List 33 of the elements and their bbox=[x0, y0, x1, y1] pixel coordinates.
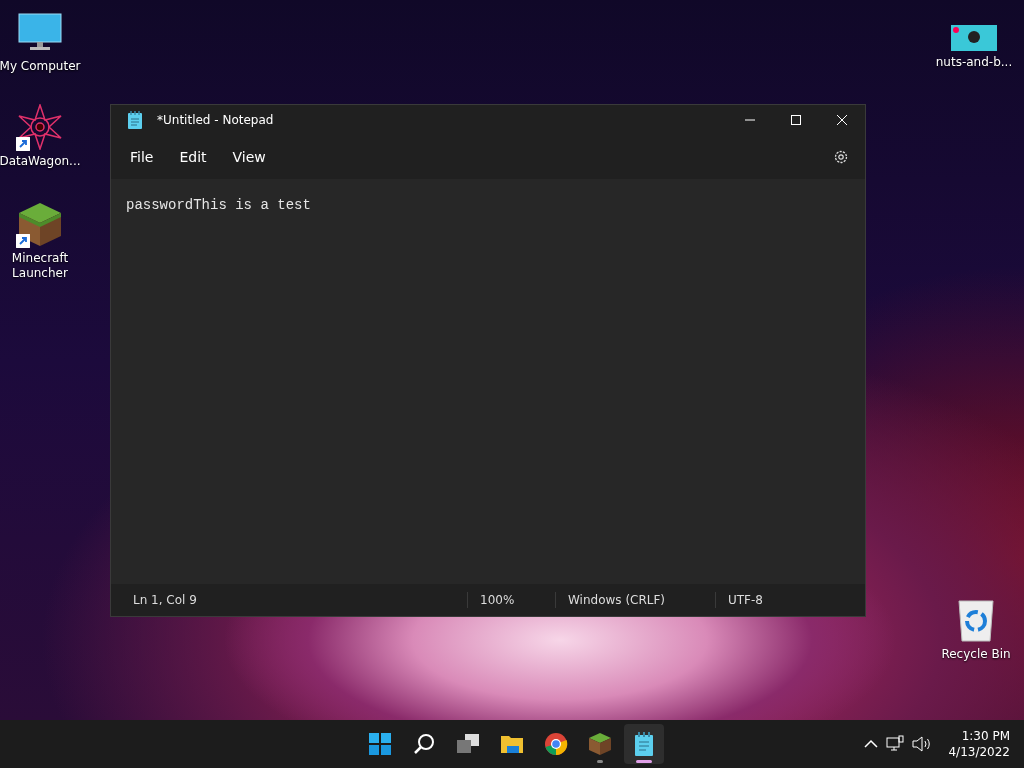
status-text: 100% bbox=[467, 592, 555, 608]
overlapping-windows-icon bbox=[456, 733, 480, 755]
clock-date[interactable]: 4/13/2022 bbox=[948, 744, 1010, 760]
speaker-icon[interactable] bbox=[912, 736, 933, 752]
search-icon bbox=[413, 733, 435, 755]
menu-item[interactable]: View bbox=[219, 140, 279, 174]
clock-time[interactable]: 1:30 PM bbox=[961, 728, 1010, 744]
chevron-up-icon[interactable] bbox=[864, 739, 879, 749]
grass-block-icon bbox=[588, 732, 612, 756]
maximize-icon bbox=[790, 114, 802, 126]
shortcut-arrow-icon bbox=[16, 234, 30, 248]
status-text: Ln 1, Col 9 bbox=[132, 592, 198, 609]
editor-text[interactable]: passwordThis is a test bbox=[126, 197, 311, 213]
notepad-icon bbox=[634, 732, 654, 756]
desktop-icon-label[interactable]: Minecraft Launcher bbox=[0, 251, 84, 281]
start-icon bbox=[369, 733, 391, 755]
taskbar-button[interactable] bbox=[624, 724, 664, 764]
network-icon[interactable] bbox=[886, 735, 905, 753]
desktop-icon-label[interactable]: DataWagon... bbox=[0, 154, 81, 169]
folder-icon bbox=[500, 733, 524, 755]
desktop-icon-label[interactable]: Recycle Bin bbox=[941, 647, 1011, 662]
status-text: UTF-8 bbox=[715, 592, 835, 608]
desktop-icon-label[interactable]: My Computer bbox=[0, 59, 81, 74]
shortcut-arrow-icon bbox=[16, 137, 30, 151]
notepad-icon bbox=[127, 111, 143, 129]
desktop-icon-label[interactable]: nuts-and-b... bbox=[935, 55, 1013, 70]
window-title: *Untitled - Notepad bbox=[157, 112, 274, 129]
close-icon bbox=[836, 114, 848, 126]
settings-icon bbox=[833, 149, 849, 165]
browser-icon bbox=[544, 732, 568, 756]
status-text: Windows (CRLF) bbox=[555, 592, 715, 608]
menu-item[interactable]: Edit bbox=[166, 140, 220, 174]
menu-item[interactable]: File bbox=[117, 140, 167, 174]
